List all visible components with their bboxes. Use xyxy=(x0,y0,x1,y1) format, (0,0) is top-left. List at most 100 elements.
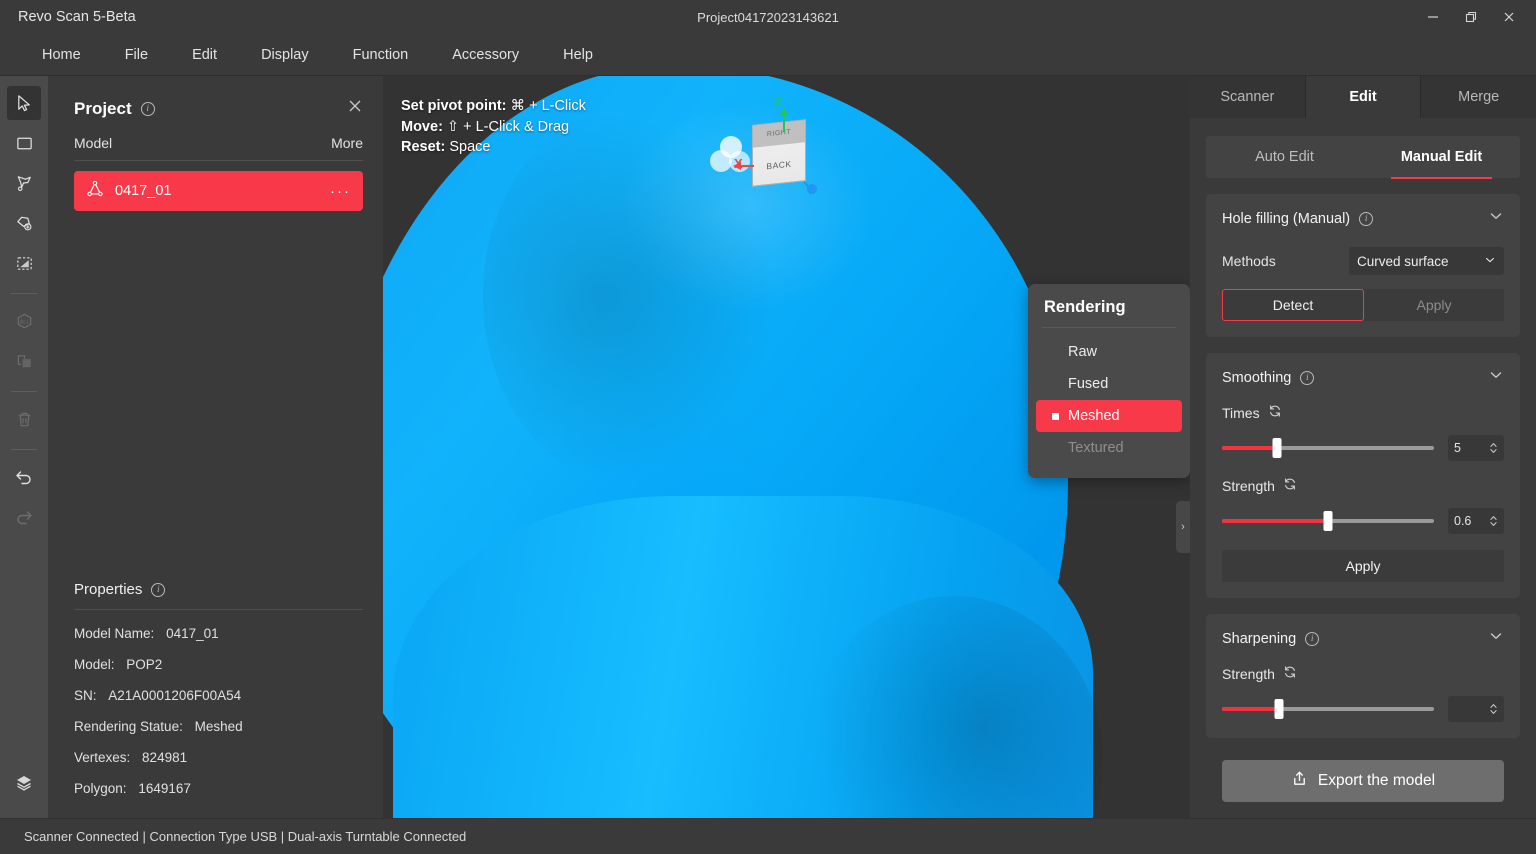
lasso-select-tool[interactable] xyxy=(7,166,41,200)
tab-edit[interactable]: Edit xyxy=(1306,76,1422,118)
reset-icon[interactable] xyxy=(1283,665,1297,682)
menu-item-edit[interactable]: Edit xyxy=(170,43,239,67)
property-rendering-statue: Rendering Statue: Meshed xyxy=(74,719,363,734)
times-slider-thumb[interactable] xyxy=(1273,438,1282,458)
stepper-arrows-icon[interactable] xyxy=(1489,514,1498,528)
smoothing-strength-slider[interactable] xyxy=(1222,519,1434,523)
project-info-icon[interactable]: i xyxy=(141,102,155,116)
project-panel: Project i Model More 0417_01 ··· xyxy=(48,76,383,818)
hole-filling-header[interactable]: Hole filling (Manual) i xyxy=(1222,208,1504,229)
more-column-label[interactable]: More xyxy=(331,135,363,151)
gizmo-axis-arrows xyxy=(708,94,818,204)
methods-label: Methods xyxy=(1222,253,1276,269)
times-slider[interactable] xyxy=(1222,446,1434,450)
select-all-tool[interactable]: ALL xyxy=(7,304,41,338)
hole-filling-actions: Detect Apply xyxy=(1222,289,1504,321)
app-title: Revo Scan 5-Beta xyxy=(18,9,136,25)
hole-filling-info-icon[interactable]: i xyxy=(1359,212,1373,226)
rendering-option-textured[interactable]: Textured xyxy=(1036,432,1182,464)
tab-manual-edit[interactable]: Manual Edit xyxy=(1363,136,1520,178)
smoothing-header[interactable]: Smoothing i xyxy=(1222,367,1504,388)
right-panel-content: Auto Edit Manual Edit Hole filling (Manu… xyxy=(1190,118,1536,818)
sharpening-card: Sharpening i Strength xyxy=(1206,614,1520,738)
menu-item-accessory[interactable]: Accessory xyxy=(430,43,541,67)
undo-tool[interactable] xyxy=(7,460,41,494)
reset-icon[interactable] xyxy=(1283,477,1297,494)
delete-tool[interactable] xyxy=(7,402,41,436)
tab-merge[interactable]: Merge xyxy=(1421,76,1536,118)
properties-title: Properties xyxy=(74,581,142,598)
panel-collapse-handle[interactable]: › xyxy=(1176,501,1190,553)
menu-item-display[interactable]: Display xyxy=(239,43,331,67)
rendering-menu-title: Rendering xyxy=(1028,296,1190,327)
chevron-down-icon[interactable] xyxy=(1488,367,1504,388)
viewport-hint-overlay: Set pivot point: ⌘ + L-Click Move: ⇧ + L… xyxy=(401,96,586,158)
detect-button[interactable]: Detect xyxy=(1222,289,1364,321)
menu-item-help[interactable]: Help xyxy=(541,43,615,67)
properties-info-icon[interactable]: i xyxy=(151,583,165,597)
model-context-menu-button[interactable]: ··· xyxy=(330,183,351,200)
strength-label: Strength xyxy=(1222,478,1275,494)
methods-select[interactable]: Curved surface xyxy=(1349,247,1504,275)
invert-select-tool[interactable] xyxy=(7,246,41,280)
close-icon[interactable] xyxy=(1490,2,1528,32)
reset-icon[interactable] xyxy=(1268,404,1282,421)
times-slider-fill xyxy=(1222,446,1277,450)
tab-auto-edit[interactable]: Auto Edit xyxy=(1206,136,1363,178)
apply-hole-filling-button[interactable]: Apply xyxy=(1364,289,1504,321)
project-title: Project04172023143621 xyxy=(0,10,1536,25)
rendering-menu-divider xyxy=(1042,327,1176,328)
menu-item-file[interactable]: File xyxy=(103,43,170,67)
chevron-down-icon[interactable] xyxy=(1488,208,1504,229)
sharpening-strength-slider[interactable] xyxy=(1222,707,1434,711)
model-list-header: Model More xyxy=(48,119,383,151)
list-item[interactable]: 0417_01 ··· xyxy=(74,171,363,211)
menu-item-home[interactable]: Home xyxy=(20,43,103,67)
3d-viewport[interactable]: Set pivot point: ⌘ + L-Click Move: ⇧ + L… xyxy=(383,76,1190,818)
stepper-arrows-icon[interactable] xyxy=(1489,702,1498,716)
duplicate-tool[interactable] xyxy=(7,344,41,378)
minimize-icon[interactable] xyxy=(1414,2,1452,32)
sharpening-slider-thumb[interactable] xyxy=(1275,699,1284,719)
rendering-option-raw[interactable]: Raw xyxy=(1036,336,1182,368)
chevron-down-icon[interactable] xyxy=(1488,628,1504,649)
smoothing-info-icon[interactable]: i xyxy=(1300,371,1314,385)
sharpening-header[interactable]: Sharpening i xyxy=(1222,628,1504,649)
hint-value: ⇧ + L-Click & Drag xyxy=(443,119,569,135)
polygon-select-tool[interactable] xyxy=(7,206,41,240)
axis-x-label: X xyxy=(734,156,743,171)
navigation-gizmo[interactable]: RIGHT BACK Z X Y xyxy=(708,94,818,204)
restore-icon[interactable] xyxy=(1452,2,1490,32)
smoothing-strength-stepper[interactable]: 0.6 xyxy=(1448,508,1504,534)
rendering-option-fused[interactable]: Fused xyxy=(1036,368,1182,400)
property-value: 824981 xyxy=(142,750,187,765)
tab-scanner[interactable]: Scanner xyxy=(1190,76,1306,118)
redo-tool[interactable] xyxy=(7,500,41,534)
axis-y-label: Y xyxy=(805,182,814,197)
sharpening-info-icon[interactable]: i xyxy=(1305,632,1319,646)
export-model-button[interactable]: Export the model xyxy=(1222,760,1504,802)
model-name-label: 0417_01 xyxy=(115,183,171,199)
hint-reset: Reset: Space xyxy=(401,137,586,158)
manual-edit-sections: Hole filling (Manual) i Methods Curved s… xyxy=(1206,178,1520,746)
select-cursor-tool[interactable] xyxy=(7,86,41,120)
strength-value: 0.6 xyxy=(1454,514,1489,528)
apply-smoothing-button[interactable]: Apply xyxy=(1222,550,1504,582)
stepper-arrows-icon[interactable] xyxy=(1489,441,1498,455)
property-sn: SN: A21A0001206F00A54 xyxy=(74,688,363,703)
times-stepper[interactable]: 5 xyxy=(1448,435,1504,461)
rectangle-select-tool[interactable] xyxy=(7,126,41,160)
sharpening-strength-slider-row xyxy=(1222,696,1504,722)
layers-icon[interactable] xyxy=(7,766,41,800)
status-text: Scanner Connected | Connection Type USB … xyxy=(24,829,466,844)
strength-slider-fill xyxy=(1222,519,1328,523)
menu-item-function[interactable]: Function xyxy=(331,43,431,67)
sharpening-strength-stepper[interactable] xyxy=(1448,696,1504,722)
project-close-icon[interactable] xyxy=(347,98,363,119)
selected-bullet-icon xyxy=(1052,349,1059,356)
strength-slider-thumb[interactable] xyxy=(1324,511,1333,531)
rendering-option-label: Textured xyxy=(1068,440,1124,456)
sharpening-strength-label-row: Strength xyxy=(1222,665,1504,682)
main-body: ALL Project i xyxy=(0,76,1536,818)
rendering-option-meshed[interactable]: Meshed xyxy=(1036,400,1182,432)
